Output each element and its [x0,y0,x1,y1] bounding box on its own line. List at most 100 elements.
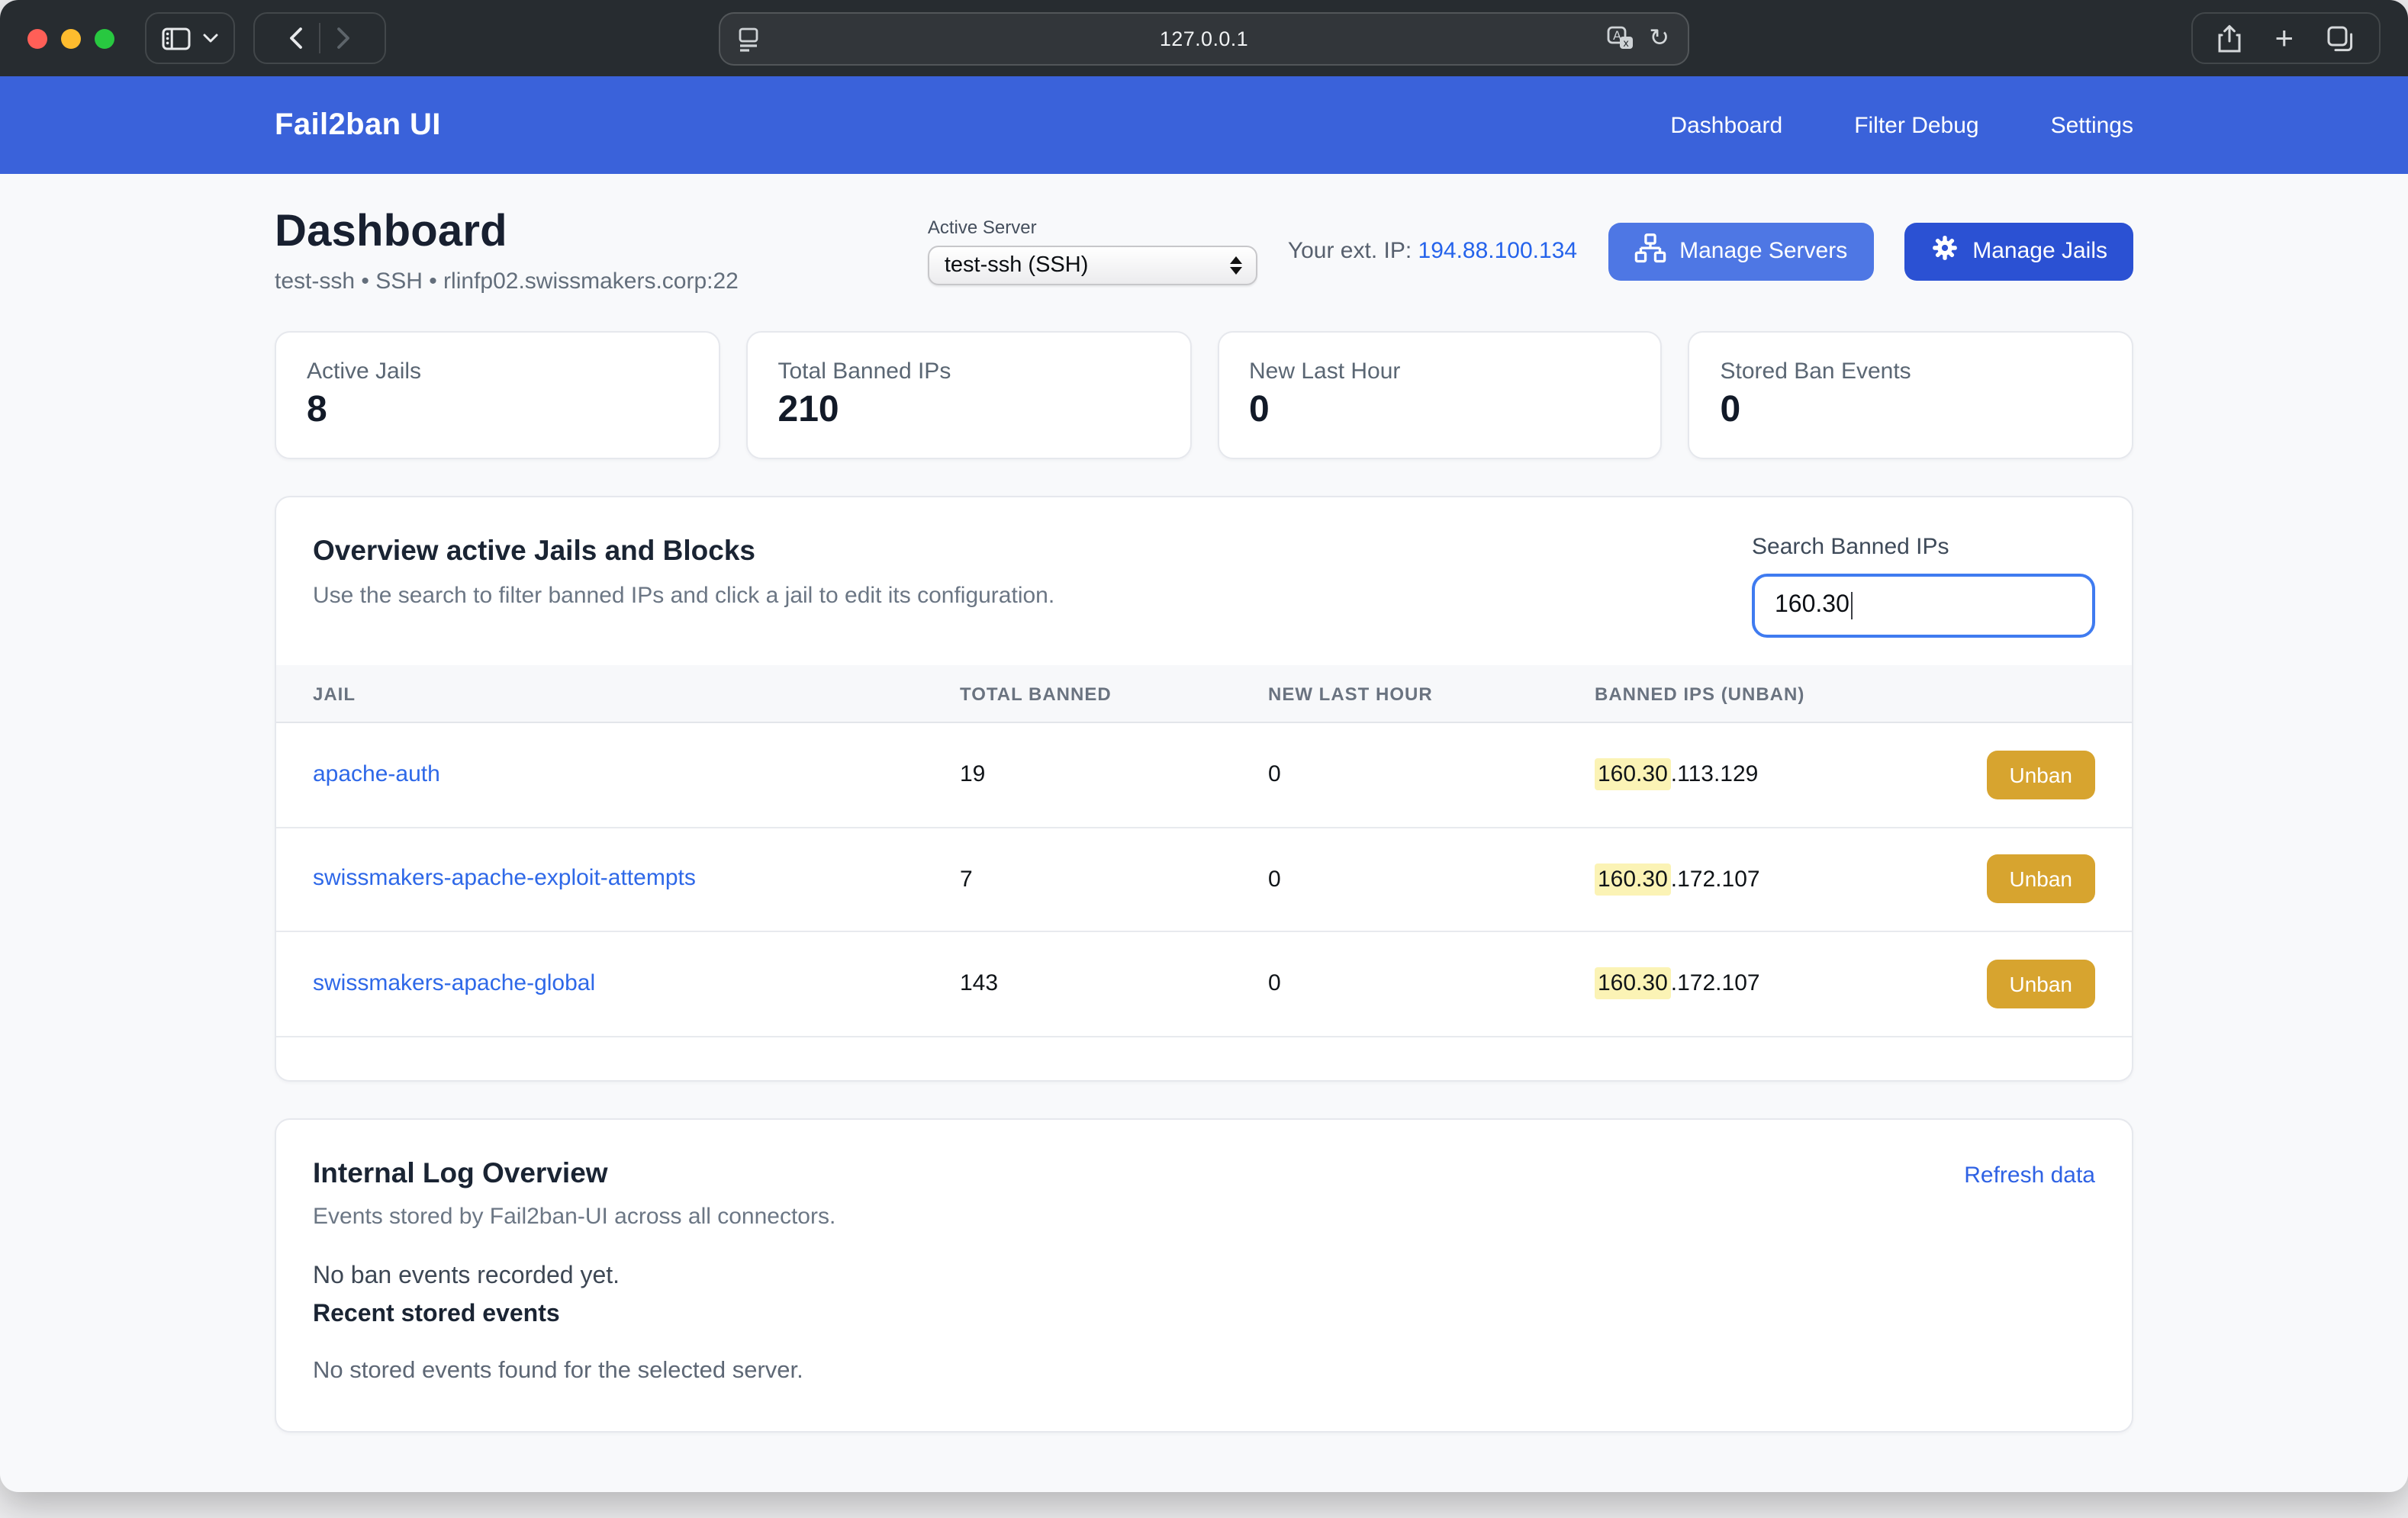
total-banned-value: 19 [960,762,1268,788]
select-arrows-icon [1230,256,1242,275]
back-button[interactable] [273,14,319,63]
ip-rest: .113.129 [1671,762,1759,788]
jail-link[interactable]: swissmakers-apache-global [313,970,595,996]
no-stored-events-text: No stored events found for the selected … [313,1357,2095,1385]
new-tab-icon[interactable]: + [2274,22,2294,54]
unban-button[interactable]: Unban [1986,960,2095,1008]
manage-servers-button[interactable]: Manage Servers [1608,222,1873,280]
stat-card-new-last-hour: New Last Hour 0 [1217,331,1663,459]
external-ip: Your ext. IP: 194.88.100.134 [1288,238,1577,264]
ip-highlight: 160.30 [1595,759,1671,791]
page-title: Dashboard [275,207,739,258]
translate-icon[interactable]: A x [1606,26,1634,52]
search-input-value: 160.30 [1775,592,1849,619]
toolbar-right-actions: + [2191,12,2381,64]
page-content: Dashboard test-ssh • SSH • rlinfp02.swis… [0,174,2408,1432]
zoom-window-button[interactable] [95,28,114,48]
stat-card-stored-ban-events: Stored Ban Events 0 [1688,331,2134,459]
log-subtitle: Events stored by Fail2ban-UI across all … [313,1203,835,1229]
column-header-banned-ips: Banned IPs (unban) [1595,683,2132,704]
total-banned-value: 7 [960,867,1268,892]
stat-label: Stored Ban Events [1721,359,2102,384]
manage-jails-button[interactable]: Manage Jails [1904,222,2133,280]
minimize-window-button[interactable] [61,28,81,48]
stat-value: 0 [1721,389,2102,432]
column-header-jail: Jail [276,683,960,704]
address-bar[interactable]: 127.0.0.1 A x ↻ [719,12,1689,66]
ip-highlight: 160.30 [1595,864,1671,896]
manage-jails-label: Manage Jails [1972,238,2107,264]
window-controls [27,28,114,48]
sitemap-icon [1634,233,1666,269]
chevron-down-icon [203,34,218,43]
forward-button[interactable] [320,14,366,63]
jail-link[interactable]: apache-auth [313,761,440,787]
active-server-value: test-ssh (SSH) [945,253,1089,278]
app-brand: Fail2ban UI [275,108,441,143]
unban-button[interactable]: Unban [1986,751,2095,799]
new-last-hour-value: 0 [1268,971,1595,997]
screen: 127.0.0.1 A x ↻ [0,0,2408,1518]
stat-value: 0 [1249,389,1631,432]
column-header-new-last-hour: New last hour [1268,683,1595,704]
browser-window: 127.0.0.1 A x ↻ [0,0,2408,1492]
active-server-select[interactable]: test-ssh (SSH) [928,246,1257,285]
nav-link-dashboard[interactable]: Dashboard [1670,112,1782,138]
banned-ip: 160.30.172.107 [1595,971,1760,997]
banned-ip: 160.30.113.129 [1595,762,1758,788]
stat-card-active-jails: Active Jails 8 [275,331,720,459]
close-window-button[interactable] [27,28,47,48]
stat-cards: Active Jails 8 Total Banned IPs 210 New … [275,331,2133,459]
reload-icon[interactable]: ↻ [1649,27,1669,51]
text-caret [1851,592,1853,619]
external-ip-link[interactable]: 194.88.100.134 [1418,238,1578,264]
total-banned-value: 143 [960,971,1268,997]
sidebar-icon [162,27,191,50]
stat-label: New Last Hour [1249,359,1631,384]
column-header-total-banned: Total banned [960,683,1268,704]
internal-log-panel: Internal Log Overview Events stored by F… [275,1118,2133,1432]
ip-rest: .172.107 [1671,867,1760,892]
tab-overview-icon[interactable] [2327,25,2355,51]
search-banned-ips-label: Search Banned IPs [1752,534,2095,560]
share-icon[interactable] [2216,24,2241,53]
app-navbar: Fail2ban UI Dashboard Filter Debug Setti… [0,76,2408,174]
new-last-hour-value: 0 [1268,762,1595,788]
active-server-label: Active Server [928,217,1257,238]
overview-title: Overview active Jails and Blocks [313,534,1054,568]
table-row: swissmakers-apache-global 143 0 160.30.1… [276,932,2132,1037]
no-ban-events-text: No ban events recorded yet. [313,1262,2095,1290]
gear-icon [1930,233,1959,269]
table-row: swissmakers-apache-exploit-attempts 7 0 … [276,828,2132,932]
jail-link[interactable]: swissmakers-apache-exploit-attempts [313,866,696,892]
table-header-row: Jail Total banned New last hour Banned I… [276,665,2132,723]
page-header: Dashboard test-ssh • SSH • rlinfp02.swis… [275,207,2133,294]
external-ip-label: Your ext. IP: [1288,238,1412,264]
jails-table: Jail Total banned New last hour Banned I… [276,665,2132,1037]
url-text[interactable]: 127.0.0.1 [720,27,1688,50]
table-row: apache-auth 19 0 160.30.113.129 Unban [276,723,2132,828]
banned-ip: 160.30.172.107 [1595,867,1760,892]
header-controls: Active Server test-ssh (SSH) Your ext. I… [928,217,2133,285]
new-last-hour-value: 0 [1268,867,1595,892]
browser-toolbar: 127.0.0.1 A x ↻ [0,0,2408,76]
stat-card-total-banned: Total Banned IPs 210 [746,331,1192,459]
nav-links: Dashboard Filter Debug Settings [1670,112,2133,138]
stat-label: Active Jails [307,359,688,384]
history-nav [253,12,386,64]
refresh-data-link[interactable]: Refresh data [1964,1162,2095,1188]
nav-link-settings[interactable]: Settings [2051,112,2133,138]
ip-highlight: 160.30 [1595,968,1671,1000]
overview-subtitle: Use the search to filter banned IPs and … [313,583,1054,609]
address-bar-actions: A x ↻ [1606,26,1669,52]
search-banned-ips-input[interactable]: 160.30 [1752,574,2095,638]
svg-text:x: x [1622,38,1628,50]
ip-rest: .172.107 [1671,971,1760,997]
log-title: Internal Log Overview [313,1156,835,1189]
nav-link-filter-debug[interactable]: Filter Debug [1854,112,1978,138]
stat-value: 8 [307,389,688,432]
recent-stored-events-title: Recent stored events [313,1301,2095,1328]
overview-panel: Overview active Jails and Blocks Use the… [275,496,2133,1081]
sidebar-toggle-button[interactable] [145,12,235,64]
unban-button[interactable]: Unban [1986,855,2095,904]
